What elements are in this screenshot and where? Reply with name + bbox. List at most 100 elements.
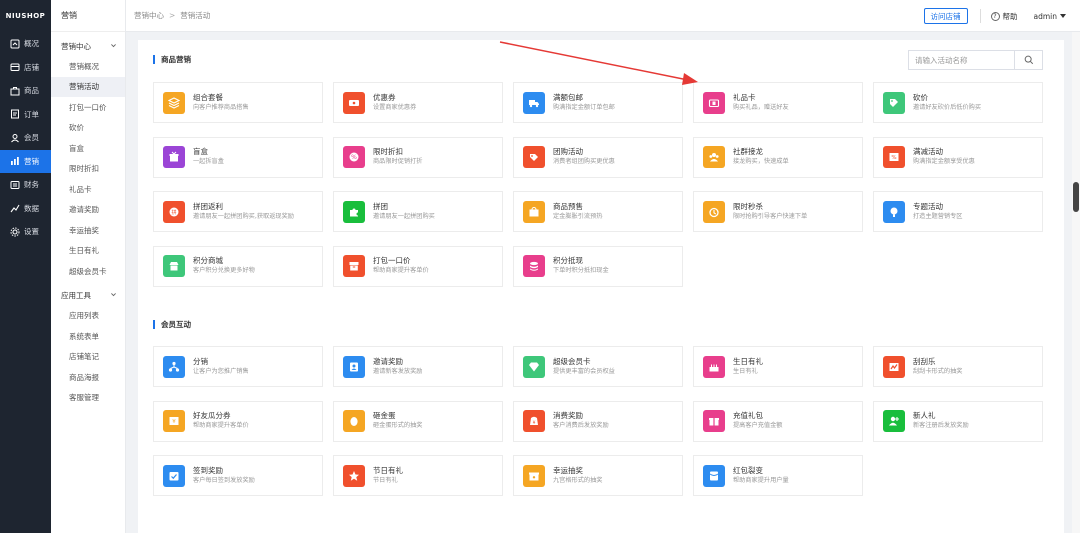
page-scrollbar[interactable] [1072,32,1080,533]
sidebar-item[interactable]: 客服管理 [51,388,125,409]
sidebar-item[interactable]: 超级会员卡 [51,261,125,282]
activity-card[interactable]: 商品预售 定金膨胀引流预热 [513,191,683,232]
activity-desc: 客户每日签到发放奖励 [193,476,255,484]
activity-card[interactable]: % 满减活动 购满指定金额享受优惠 [873,136,1043,178]
user-menu[interactable]: admin [1033,11,1066,21]
activity-name: 打包一口价 [373,256,411,265]
activity-name: 新人礼 [913,411,936,420]
activity-card[interactable]: 邀请奖励 邀请新客发放奖励 [333,346,503,387]
settings-icon [10,227,20,237]
sidebar-item[interactable]: 砍价 [51,118,125,139]
rail-item-dashboard[interactable]: 概况 [0,32,51,56]
rail-item-data[interactable]: 数据 [0,197,51,221]
activity-desc: 节日有礼 [373,476,398,484]
rail-item-settings[interactable]: 设置 [0,220,51,244]
activity-name: 充值礼包 [733,411,763,420]
birthday-icon [703,355,725,378]
activity-card[interactable]: 刮刮乐 刮刮卡形式的抽奖 [873,346,1043,387]
share-coupon-icon: ¥ [163,410,185,432]
scrollbar-thumb[interactable] [1073,182,1079,212]
sidebar-item[interactable]: 系统表单 [51,326,125,347]
svg-text:¥: ¥ [172,419,176,425]
activity-name: 分销 [193,356,208,366]
activity-card[interactable]: % 限时折扣 商品限时促销打折 [333,136,503,178]
sidebar-item[interactable]: 礼品卡 [51,179,125,200]
sidebar-group-marketing-center[interactable]: 营销中心 [51,36,125,56]
activity-search [908,50,1043,70]
activity-card[interactable]: 拼 拼团返利 邀请朋友一起拼团购买,获取返现奖励 [153,191,323,232]
activity-card[interactable]: ¥ 消费奖励 客户消费后发放奖励 [513,400,683,442]
activity-card[interactable]: 积分抵现 下单时积分抵扣现金 [513,245,683,287]
activity-card[interactable]: 幸运抽奖 九宫格形式的抽奖 [513,455,683,496]
sidebar-item[interactable]: 应用列表 [51,306,125,327]
username: admin [1033,11,1058,21]
rail-item-finance[interactable]: 财务 [0,173,51,197]
activity-desc: 定金膨胀引流预热 [553,212,603,220]
sidebar-item[interactable]: 营销概况 [51,56,125,77]
activity-card[interactable]: ¥ 好友瓜分券 帮助商家提升客单价 [153,400,323,442]
activity-name: 节日有礼 [373,465,403,475]
activity-card[interactable]: 分销 让客户为您推广销售 [153,346,323,387]
search-input[interactable] [909,51,1014,69]
activity-name: 盲盒 [193,147,208,156]
sidebar-item[interactable]: 打包一口价 [51,97,125,118]
visit-store-button[interactable]: 访问店铺 [923,8,968,24]
activity-card[interactable]: 专题活动 打造主题营销专区 [873,191,1043,232]
sidebar-item[interactable]: 生日有礼 [51,241,125,262]
sidebar-item[interactable]: 营销活动 [51,76,125,97]
activity-desc: 客户积分兑换更多好物 [193,267,255,274]
activity-card[interactable]: 超级会员卡 提供更丰富的会员权益 [513,346,683,387]
search-button[interactable] [1014,51,1042,69]
rail-item-member[interactable]: 会员 [0,126,51,150]
activity-card[interactable]: 充值礼包 提高客户充值金额 [693,400,863,442]
main-nav-rail: NIUSHOP 概况 店铺 商品 订单 会员 营销 财务 数据 设置 [0,0,51,533]
sidebar-group-app-tools[interactable]: 应用工具 [51,286,125,306]
activity-card[interactable]: 社群接龙 接龙购买，快速成单 [693,136,863,178]
chevron-down-icon [110,291,117,300]
activity-name: 积分商城 [193,256,223,265]
activity-card[interactable]: 满额包邮 购满指定金额订单包邮 [513,82,683,123]
discount-icon: % [343,146,365,168]
consume-reward-icon: ¥ [523,410,545,432]
layers-icon [163,91,185,114]
activity-card[interactable]: 盲盒 一起拆盲盒 [153,136,323,178]
breadcrumb-item[interactable]: 营销中心 [134,10,164,21]
help-button[interactable]: ? 帮助 [990,11,1018,22]
activity-card[interactable]: 礼品卡 购买礼品，赠送好友 [693,82,863,123]
activity-card[interactable]: 积分商城客户积分兑换更多好物 [153,245,323,287]
vip-card-icon [523,355,545,378]
activity-card[interactable]: 红包裂变 帮助商家提升用户量 [693,455,863,496]
section-title-member-interaction: 会员互动 [153,320,191,329]
golden-egg-icon [343,410,365,432]
activity-card[interactable]: 打包一口价 帮助商家提升客单价 [333,245,503,287]
rail-item-store[interactable]: 店铺 [0,56,51,80]
sidebar-item[interactable]: 邀请奖励 [51,200,125,221]
rail-item-goods[interactable]: 商品 [0,79,51,103]
activity-card[interactable]: 优惠券 设置商家优惠券 [333,82,503,123]
svg-text:%: % [891,155,896,161]
svg-text:¥: ¥ [533,420,536,426]
member-icon [10,133,20,143]
activity-name: 超级会员卡 [553,356,591,366]
activity-card[interactable]: 生日有礼 生日有礼 [693,346,863,387]
activity-card[interactable]: 限时秒杀 限时抢购引导客户快速下单 [693,191,863,232]
activity-card[interactable]: 团购活动 消费者组团购买更优惠 [513,136,683,178]
activity-card[interactable]: 砸金蛋 砸金蛋形式的抽奖 [333,400,503,442]
sidebar-item[interactable]: 限时折扣 [51,159,125,180]
niushop-logo[interactable]: NIUSHOP [0,0,51,32]
activity-card[interactable]: 拼团 邀请朋友一起拼团购买 [333,191,503,232]
blind-box-icon [163,146,185,168]
sidebar-item[interactable]: 店铺笔记 [51,347,125,368]
rail-item-order[interactable]: 订单 [0,103,51,127]
activity-card[interactable]: 签到奖励 客户每日签到发放奖励 [153,455,323,496]
rail-item-marketing[interactable]: 营销 [0,149,51,173]
activity-name: 刮刮乐 [913,356,936,366]
activity-card[interactable]: 砍价 邀请好友砍价后低价购买 [873,82,1043,123]
sidebar-item[interactable]: 盲盒 [51,138,125,159]
sidebar-item[interactable]: 商品海报 [51,367,125,388]
activity-card[interactable]: 新人礼 新客注册后发放奖励 [873,400,1043,442]
activity-card[interactable]: 组合套餐 向客户推荐商品搭售 [153,82,323,123]
sidebar-item[interactable]: 幸运抽奖 [51,220,125,241]
activity-card[interactable]: 节日有礼 节日有礼 [333,455,503,496]
activity-desc: 砸金蛋形式的抽奖 [373,422,423,429]
